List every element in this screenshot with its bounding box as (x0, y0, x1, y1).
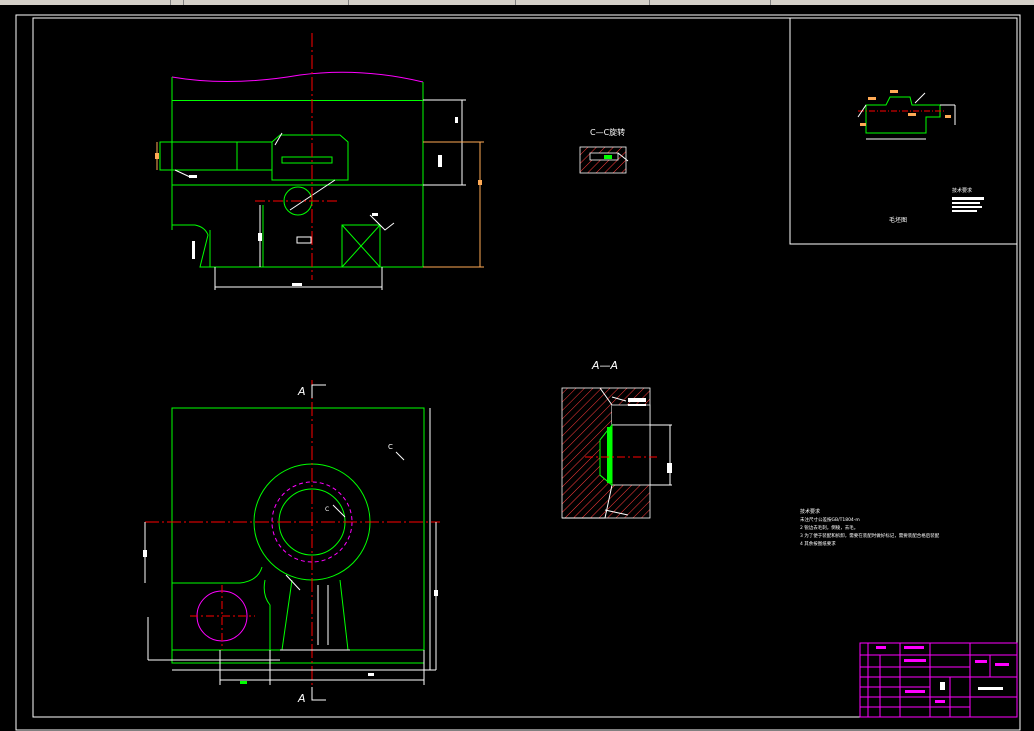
plan-view (143, 380, 440, 701)
blank-view-caption: 毛坯图 (889, 216, 907, 224)
tech-notes-line3: 3 为了便于装配和拆卸，需要在装配时做好标记，需要装配合格后装配 (800, 532, 940, 539)
section-cc-view (579, 146, 629, 174)
tech-notes-line2: 2 锐边去毛刺，倒棱，去毛。 (800, 524, 858, 531)
outer-frame (15, 14, 1021, 731)
front-view (155, 33, 484, 290)
title-block (859, 642, 1018, 718)
section-cc-label: C—C旋转 (590, 127, 625, 137)
detail-marker-c1: C (388, 443, 393, 451)
blank-view (789, 17, 1018, 245)
tech-notes: 技术要求 未注尺寸公差按GB/T1804-m 2 锐边去毛刺，倒棱，去毛。 3 … (800, 508, 940, 547)
blank-tech-heading: 技术要求 (952, 187, 972, 194)
section-aa-label: A—A (591, 359, 618, 372)
detail-marker-c2: C (325, 506, 329, 513)
cad-drawing-canvas[interactable]: A A C C C—C旋转 A—A 技术要求 毛坯图 技术要求 未注尺寸公差按G… (0, 5, 1034, 731)
section-aa-view (561, 387, 672, 519)
inner-frame (32, 17, 1018, 718)
tech-notes-line1: 未注尺寸公差按GB/T1804-m (800, 516, 860, 523)
section-marker-a-top: A (297, 385, 306, 398)
section-marker-a-bottom: A (297, 692, 306, 705)
tech-notes-heading: 技术要求 (800, 508, 820, 515)
tech-notes-line4: 4 其余按图纸要求 (800, 540, 836, 547)
